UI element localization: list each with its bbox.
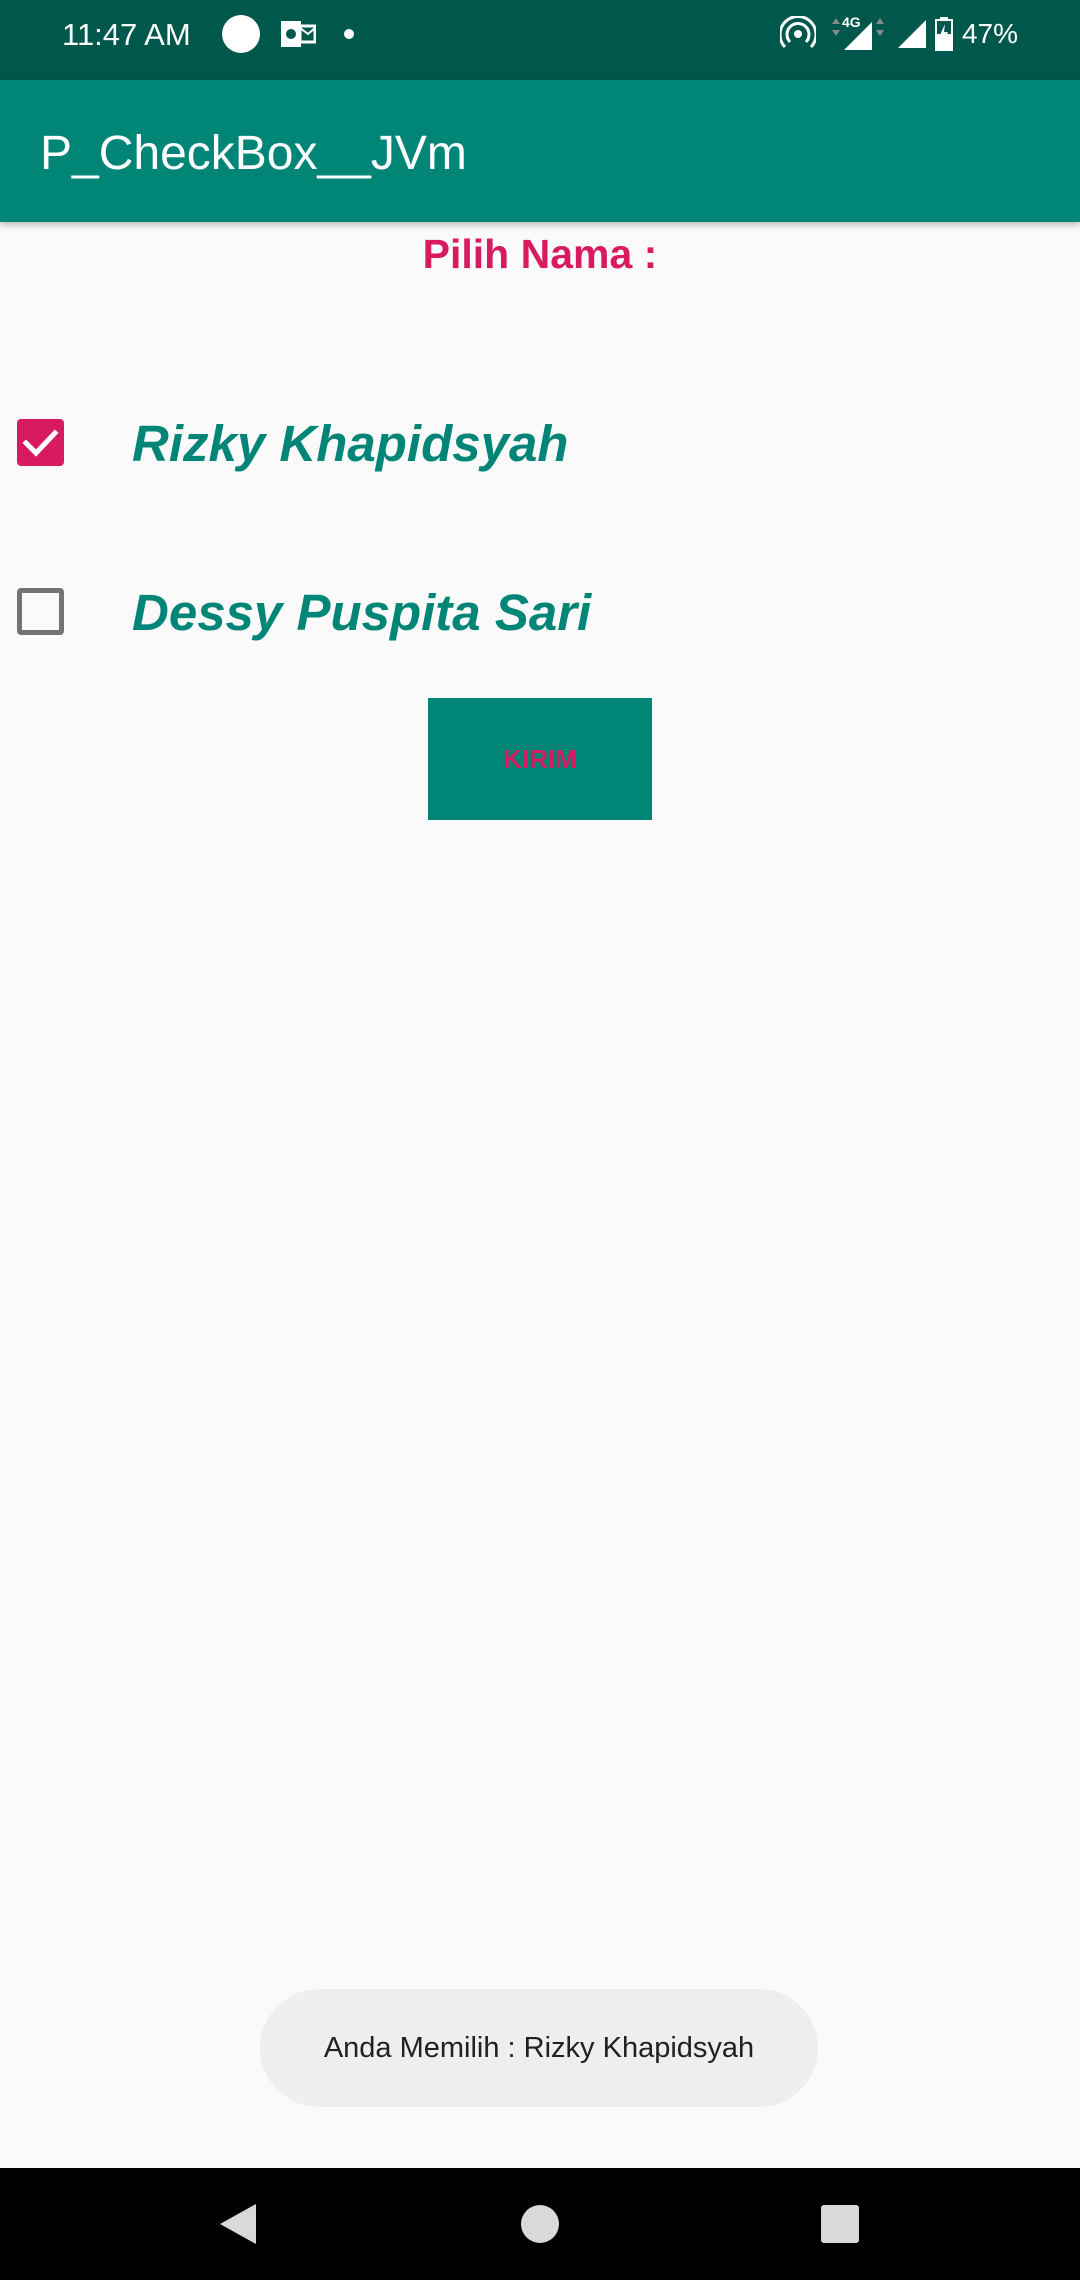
toast-text: Anda Memilih : Rizky Khapidsyah [323, 2031, 755, 2064]
back-button[interactable] [158, 2168, 318, 2280]
checkbox-option-rizky[interactable]: Rizky Khapidsyah [0, 388, 1080, 498]
home-icon [521, 2205, 559, 2243]
dot-icon [344, 29, 354, 39]
checkbox-option-dessy[interactable]: Dessy Puspita Sari [0, 557, 1080, 667]
navigation-bar [0, 2168, 1080, 2280]
prompt-label: Pilih Nama : [422, 231, 658, 277]
outlook-icon [280, 18, 317, 50]
app-title: P_CheckBox__JVm [40, 127, 467, 180]
circle-icon [222, 15, 260, 53]
status-time: 11:47 AM [62, 17, 191, 52]
recents-button[interactable] [760, 2168, 920, 2280]
send-button[interactable]: KIRIM [428, 698, 652, 820]
home-button[interactable] [460, 2168, 620, 2280]
battery-icon [934, 17, 954, 51]
signal-4g-icon: 4G [828, 14, 884, 52]
battery-percentage: 47% [961, 18, 1018, 49]
checkbox-label: Rizky Khapidsyah [132, 415, 569, 472]
signal-icon [896, 18, 928, 50]
checkbox-unchecked-icon[interactable] [17, 588, 64, 635]
status-notification-icons [222, 14, 354, 54]
checkbox-checked-icon[interactable] [17, 419, 64, 466]
checkbox-label: Dessy Puspita Sari [132, 584, 592, 641]
app-bar: P_CheckBox__JVm [0, 80, 1080, 222]
recents-icon [821, 2205, 859, 2243]
toast-message: Anda Memilih : Rizky Khapidsyah [260, 1989, 818, 2107]
hotspot-icon [778, 15, 818, 52]
status-system-icons: 4G 47% [778, 14, 1018, 54]
status-bar: 11:47 AM 4G 47% [0, 0, 1080, 80]
back-icon [218, 2202, 258, 2246]
